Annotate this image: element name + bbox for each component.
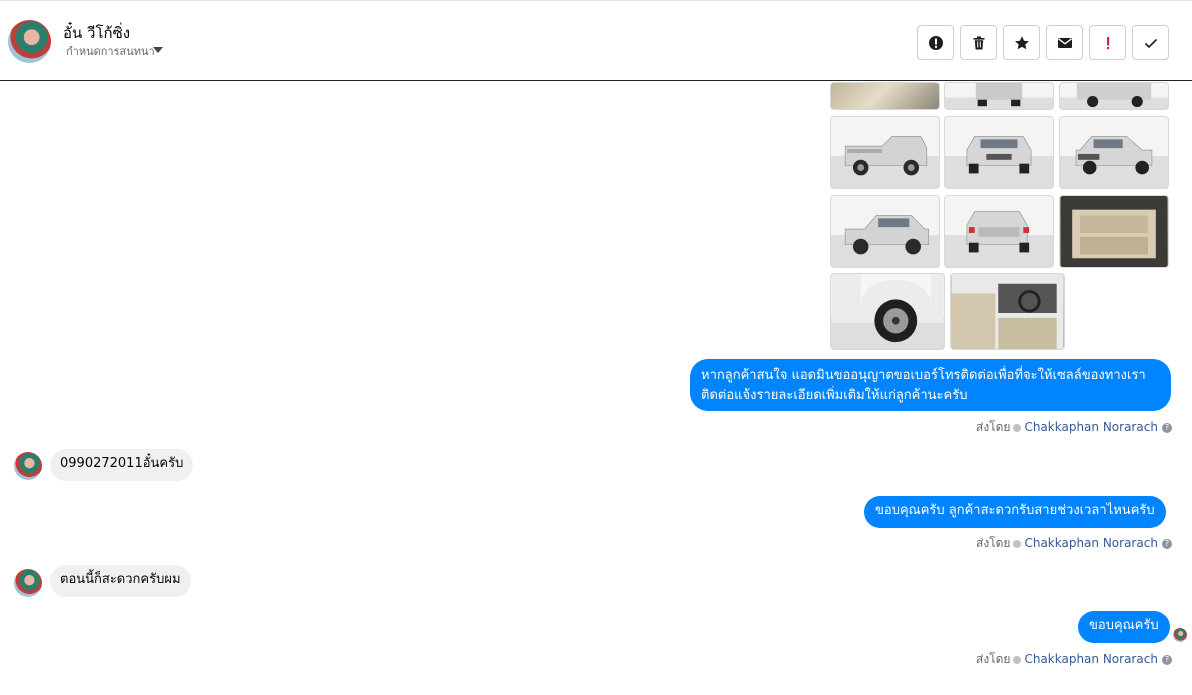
car-photo[interactable] <box>830 82 940 110</box>
pickup-truck-icon <box>975 83 1023 107</box>
pickup-truck-icon <box>1075 136 1153 175</box>
customer-avatar[interactable] <box>14 569 42 597</box>
sender-name-link[interactable]: Chakkaphan Norarach <box>1024 420 1157 434</box>
mark-unread-button[interactable] <box>1046 25 1083 60</box>
message-text: 0990272011อั๋นครับ <box>60 456 184 471</box>
car-interior-icon <box>951 274 1064 349</box>
star-icon <box>1014 35 1029 49</box>
sent-by-prefix: ส่งโดย <box>976 536 1011 550</box>
message-text: ขอบคุณครับ ลูกค้าสะดวกรับสายช่วงเวลาไหนค… <box>875 503 1155 518</box>
message-text: ขอบคุณครับ <box>1089 618 1159 633</box>
sender-avatar <box>1013 655 1022 664</box>
sent-by-label: ส่งโดย Chakkaphan Norarach? <box>976 650 1172 669</box>
check-icon <box>1144 38 1157 48</box>
car-photo[interactable] <box>1059 116 1169 189</box>
sent-by-label: ส่งโดย Chakkaphan Norarach? <box>976 534 1172 553</box>
car-photo[interactable] <box>830 116 940 189</box>
message-text: หากลูกค้าสนใจ แอดมินขออนุญาตขอเบอร์โทรติ… <box>701 368 1146 383</box>
help-icon[interactable]: ? <box>1161 422 1172 433</box>
pickup-truck-icon <box>966 211 1030 253</box>
car-photo[interactable] <box>944 195 1054 268</box>
contact-avatar[interactable] <box>8 20 51 63</box>
car-wheel-icon <box>831 274 944 343</box>
message-text: ตอนนี้ก็สะดวกครับผม <box>60 572 181 587</box>
incoming-message[interactable]: ตอนนี้ก็สะดวกครับผม <box>50 565 191 597</box>
car-photo[interactable] <box>944 82 1054 110</box>
car-photo[interactable] <box>950 273 1065 350</box>
pickup-truck-icon <box>966 136 1032 174</box>
outgoing-message[interactable]: หากลูกค้าสนใจ แอดมินขออนุญาตขอเบอร์โทรติ… <box>690 359 1171 411</box>
sender-name-link[interactable]: Chakkaphan Norarach <box>1024 536 1157 550</box>
conversation-settings-label[interactable]: กำหนดการสนทนา <box>66 44 155 56</box>
help-icon[interactable]: ? <box>1161 654 1172 665</box>
car-photo[interactable] <box>944 116 1054 189</box>
chevron-down-icon[interactable] <box>153 47 163 53</box>
car-interior-icon <box>1060 196 1168 267</box>
pickup-truck-icon <box>1076 83 1152 108</box>
important-icon <box>1106 36 1109 49</box>
report-icon <box>928 35 943 50</box>
report-button[interactable] <box>917 25 954 60</box>
incoming-message[interactable]: 0990272011อั๋นครับ <box>50 449 194 481</box>
seen-avatar <box>1173 628 1187 642</box>
important-button[interactable] <box>1089 25 1126 60</box>
pickup-truck-icon <box>844 215 930 255</box>
star-button[interactable] <box>1003 25 1040 60</box>
sender-avatar <box>1013 423 1022 432</box>
pickup-truck-icon <box>844 136 928 176</box>
contact-name[interactable]: อั๋น วีโก้ซิ่ง <box>63 21 130 45</box>
car-photo[interactable] <box>830 273 945 350</box>
car-photo[interactable] <box>1059 195 1169 268</box>
mail-icon <box>1057 37 1072 48</box>
car-photo[interactable] <box>830 195 940 268</box>
help-icon[interactable]: ? <box>1161 538 1172 549</box>
car-photo[interactable] <box>1059 82 1169 110</box>
sent-by-label: ส่งโดย Chakkaphan Norarach? <box>976 418 1172 437</box>
outgoing-message[interactable]: ขอบคุณครับ <box>1078 611 1170 643</box>
customer-avatar[interactable] <box>14 452 42 480</box>
sent-by-prefix: ส่งโดย <box>976 652 1011 666</box>
message-text: ติดต่อแจ้งรายละเอียดเพิ่มเติมให้แก่ลูกค้… <box>701 388 968 403</box>
sender-name-link[interactable]: Chakkaphan Norarach <box>1024 652 1157 666</box>
sent-by-prefix: ส่งโดย <box>976 420 1011 434</box>
trash-icon <box>973 36 984 49</box>
delete-button[interactable] <box>960 25 997 60</box>
done-button[interactable] <box>1132 25 1169 60</box>
outgoing-message[interactable]: ขอบคุณครับ ลูกค้าสะดวกรับสายช่วงเวลาไหนค… <box>864 496 1166 528</box>
conversation-header: อั๋น วีโก้ซิ่ง กำหนดการสนทนา <box>0 0 1192 81</box>
sender-avatar <box>1013 539 1022 548</box>
